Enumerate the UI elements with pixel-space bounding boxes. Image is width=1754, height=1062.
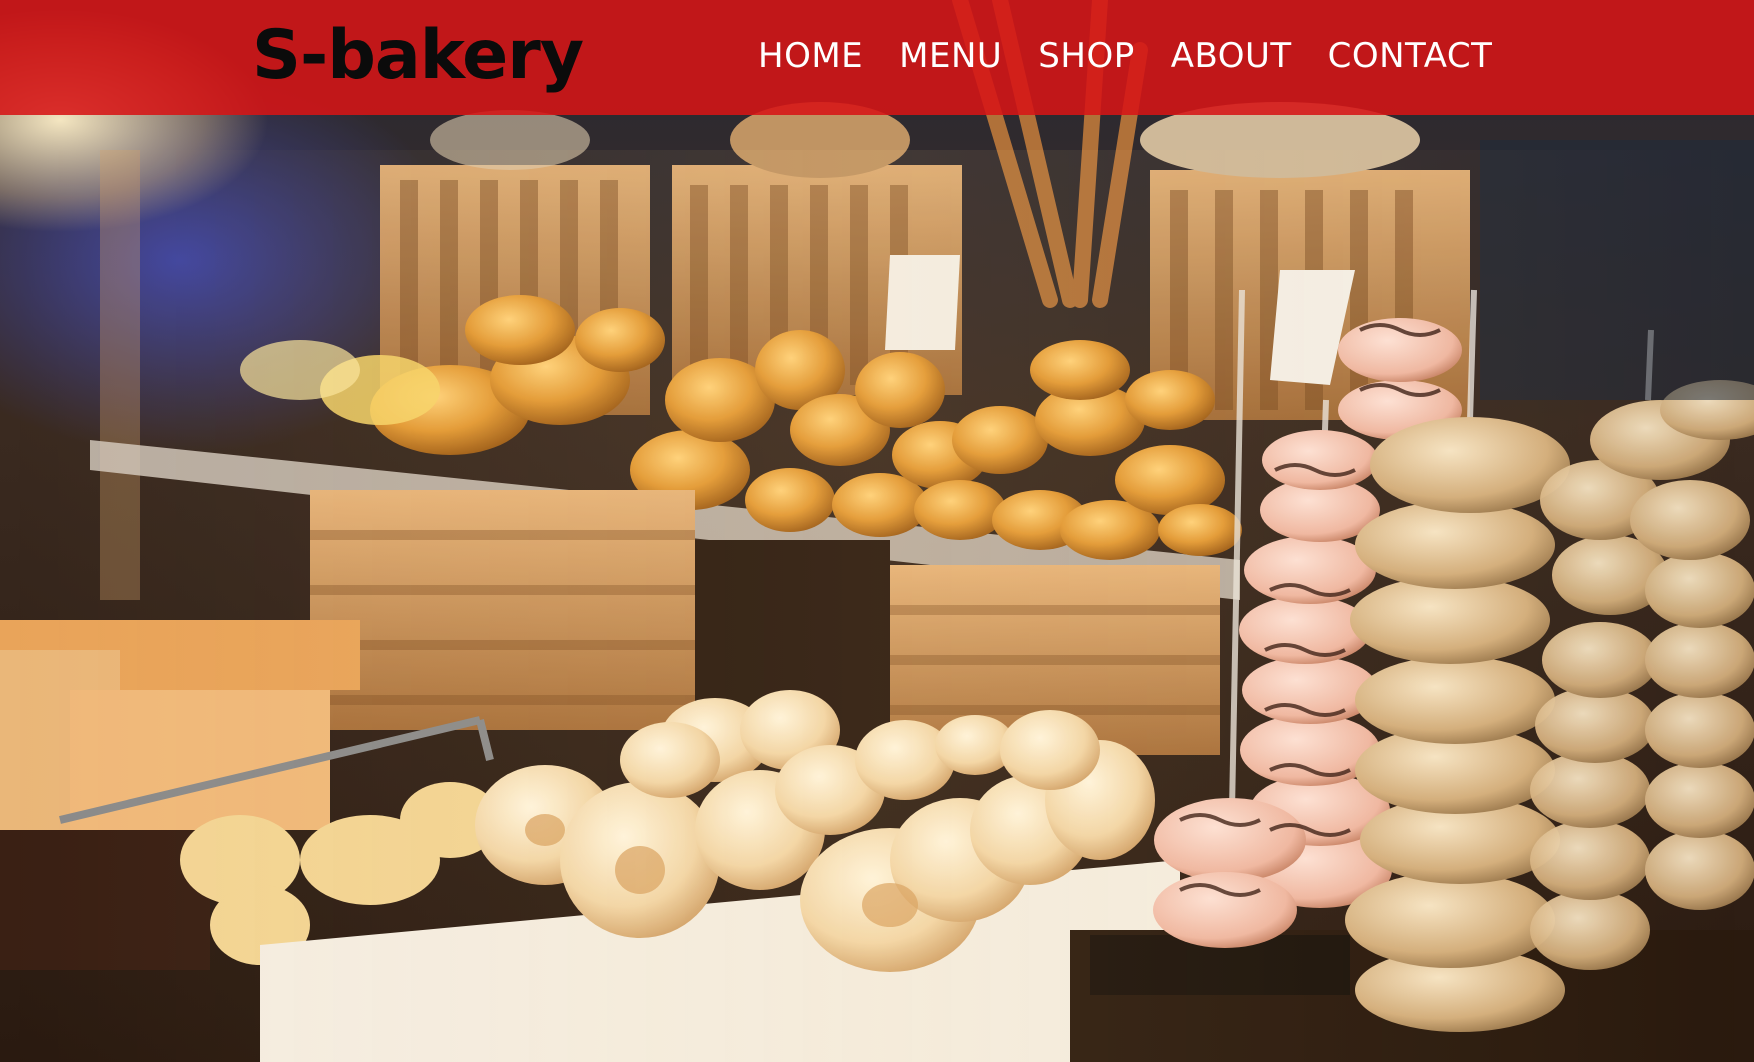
nav-link-about[interactable]: ABOUT bbox=[1171, 36, 1292, 76]
bakery-display-illustration bbox=[0, 0, 1754, 1062]
top-navbar: S-bakery HOME MENU SHOP ABOUT CONTACT bbox=[0, 0, 1754, 115]
nav-link-shop[interactable]: SHOP bbox=[1038, 36, 1134, 76]
nav-link-contact[interactable]: CONTACT bbox=[1328, 36, 1493, 76]
main-nav: HOME MENU SHOP ABOUT CONTACT bbox=[758, 36, 1492, 76]
brand-logo[interactable]: S-bakery bbox=[252, 14, 584, 98]
nav-link-menu[interactable]: MENU bbox=[899, 36, 1002, 76]
hero-background-image bbox=[0, 0, 1754, 1062]
nav-link-home[interactable]: HOME bbox=[758, 36, 863, 76]
